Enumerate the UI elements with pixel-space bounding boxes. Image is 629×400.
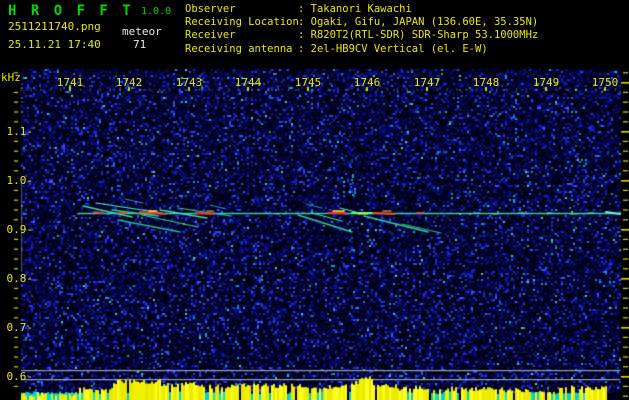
datetime-label: 25.11.21 17:40 (8, 38, 101, 51)
time-label: 1741 (56, 76, 84, 89)
time-label: 1750 (591, 76, 619, 89)
info-value: : 2el-HB9CV Vertical (el. E-W) (298, 42, 488, 55)
filename-label: 2511211740.png (8, 20, 101, 33)
info-label: Observer (185, 3, 236, 15)
info-value: : Ogaki, Gifu, JAPAN (136.60E, 35.35N) (298, 16, 539, 29)
time-label: 1745 (294, 76, 322, 89)
time-label: 1743 (175, 76, 203, 89)
freq-label: 0.8- (6, 272, 34, 285)
freq-label: 1.0- (6, 174, 34, 187)
time-label: 1744 (234, 76, 262, 89)
freq-label: 1.1- (6, 125, 34, 138)
freq-label: 0.7- (6, 321, 34, 334)
time-label: 1742 (115, 76, 143, 89)
freq-label: 0.6- (6, 370, 34, 383)
time-label: 1746 (353, 76, 381, 89)
info-row: Receiver : R820T2(RTL-SDR) SDR-Sharp 53.1… (185, 29, 538, 42)
mode-label: meteor (122, 25, 162, 38)
freq-label: 0.9- (6, 223, 34, 236)
time-label: 1749 (532, 76, 560, 89)
info-label: Receiving antenna (185, 42, 293, 55)
freq-unit-label: kHz (1, 71, 21, 84)
info-row: Receiving antenna : 2el-HB9CV Vertical (e… (185, 43, 538, 56)
app-title: H R O F F T (8, 3, 134, 19)
spectrogram-canvas (0, 0, 629, 400)
echo-count-label: 71 (133, 38, 147, 51)
info-label: Receiver (185, 29, 236, 42)
hrofft-window: H R O F F T 1.0.0 2511211740.png meteor … (0, 0, 629, 400)
info-label: Receiving Location (185, 16, 299, 29)
info-row: Receiving Location: Ogaki, Gifu, JAPAN (… (185, 16, 538, 29)
info-value: : Takanori Kawachi (298, 3, 412, 15)
info-row: Observer : Takanori Kawachi (185, 3, 538, 16)
time-label: 1748 (472, 76, 500, 89)
time-label: 1747 (413, 76, 441, 89)
observer-info-block: Observer : Takanori Kawachi Receiving Loca… (185, 3, 538, 56)
version-label: 1.0.0 (141, 6, 172, 17)
info-value: : R820T2(RTL-SDR) SDR-Sharp 53.1000MHz (298, 29, 539, 42)
